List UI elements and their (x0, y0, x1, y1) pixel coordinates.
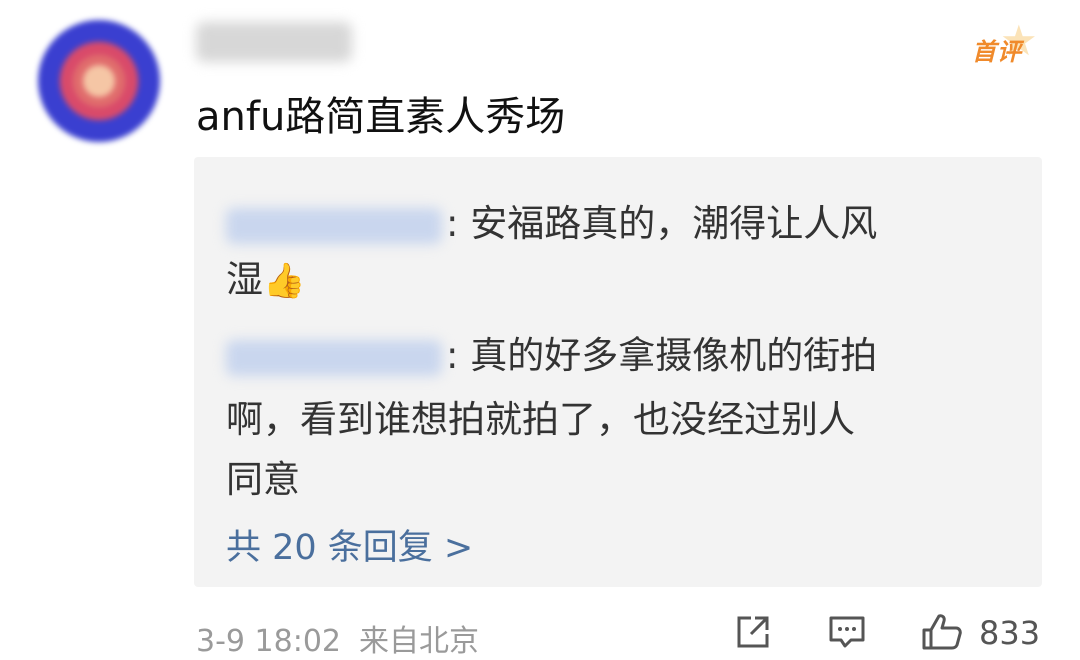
username-blurred[interactable] (196, 22, 352, 62)
comment-icon[interactable] (827, 612, 867, 652)
reply-2-text-line1: : 真的好多拿摄像机的街拍 (446, 334, 878, 377)
thumbs-up-icon[interactable] (920, 612, 964, 652)
thumbs-up-emoji-icon: 👍 (263, 261, 306, 301)
post-date: 3-9 18:02 (196, 624, 341, 659)
first-comment-badge: ★ 首评 (970, 20, 1045, 70)
reply-2-text-line2: 啊，看到谁想拍就拍了，也没经过别人 (226, 398, 855, 441)
like-count: 833 (979, 614, 1041, 652)
comment-text: anfu路简直素人秀场 (196, 94, 566, 140)
reply-1-cont: 湿👍 (226, 249, 305, 303)
replies-panel[interactable]: : 安福路真的，潮得让人风 湿👍 : 真的好多拿摄像机的街拍 啊，看到谁想拍就拍… (194, 157, 1042, 587)
post-location: 来自北京 (359, 624, 479, 659)
post-meta: 3-9 18:02 来自北京 (196, 616, 497, 660)
reply-2-cont: 啊，看到谁想拍就拍了，也没经过别人 (226, 389, 855, 443)
reply-1-text-line1: : 安福路真的，潮得让人风 (446, 202, 878, 245)
reply-2: : 真的好多拿摄像机的街拍 (226, 325, 877, 379)
reply-1-text-line2: 湿 (226, 258, 263, 301)
reply-2-cont2: 同意 (226, 449, 300, 503)
reply-2-text-line3: 同意 (226, 458, 300, 501)
badge-label: 首评 (972, 38, 1022, 66)
reply-1-username-blurred[interactable] (226, 207, 442, 244)
reply-1: : 安福路真的，潮得让人风 (226, 193, 877, 247)
reply-2-username-blurred[interactable] (226, 339, 442, 376)
more-replies-link[interactable]: 共 20 条回复 > (226, 519, 473, 570)
avatar[interactable] (38, 20, 160, 142)
share-icon[interactable] (733, 612, 773, 652)
